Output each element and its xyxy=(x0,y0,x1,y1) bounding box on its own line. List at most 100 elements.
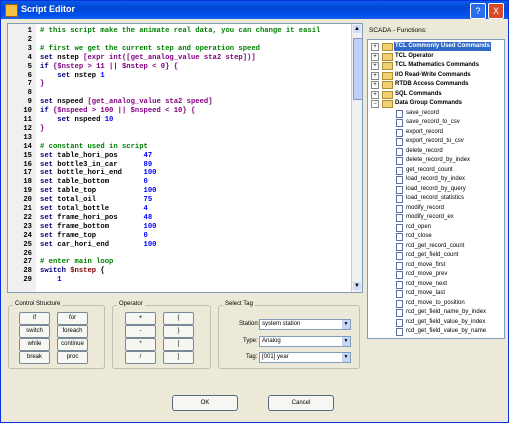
collapse-icon[interactable]: − xyxy=(371,100,379,108)
tree-function-item[interactable]: rcd_move_first xyxy=(368,261,502,270)
line-number: 27 xyxy=(23,258,32,267)
expand-icon[interactable]: + xyxy=(371,71,379,80)
tree-function-item[interactable]: rcd_get_field_value_by_index xyxy=(368,318,502,327)
scroll-up-arrow[interactable]: ▲ xyxy=(353,25,361,33)
tree-function-item[interactable]: save_record_to_csv xyxy=(368,118,502,127)
tree-item-label: TCL Commonly Used Commands xyxy=(394,42,491,51)
tree-function-item[interactable]: delete_record_by_index xyxy=(368,156,502,165)
code-token: set xyxy=(40,213,53,222)
operator-button[interactable]: - xyxy=(125,325,156,338)
control-structure-button[interactable]: switch xyxy=(19,325,50,338)
help-button[interactable]: ? xyxy=(470,3,486,19)
tree-item-label: Data Group Commands xyxy=(395,100,463,106)
code-token: 75 xyxy=(143,196,153,205)
code-token: set xyxy=(40,187,53,196)
tree-function-item[interactable]: rcd_move_prev xyxy=(368,270,502,279)
tree-function-item[interactable]: modify_record xyxy=(368,204,502,213)
code-line: 17 set bottle_hori_end 100 xyxy=(8,169,348,178)
expand-icon[interactable]: + xyxy=(371,81,379,89)
tree-function-item[interactable]: delete_record xyxy=(368,147,502,156)
tree-item-label: load_record_by_index xyxy=(406,176,466,182)
code-editor[interactable]: 1 # this script make the animate real dat… xyxy=(7,23,363,293)
tree-function-item[interactable]: save_record xyxy=(368,109,502,118)
tree-function-item[interactable]: rcd_close xyxy=(368,232,502,241)
tree-function-item[interactable]: rcd_get_field_name_by_index xyxy=(368,308,502,317)
code-token: 1 xyxy=(100,71,105,80)
tag-select[interactable]: [001] year ▼ xyxy=(259,352,351,363)
document-icon xyxy=(396,223,403,232)
tree-function-item[interactable]: export_record_to_csv xyxy=(368,137,502,146)
tree-category[interactable]: + TCL Mathematics Commands xyxy=(368,61,502,70)
line-number: 18 xyxy=(23,178,32,187)
control-structure-button[interactable]: for xyxy=(57,312,88,325)
tree-category[interactable]: + TCL Commonly Used Commands xyxy=(368,42,502,51)
tree-function-item[interactable]: rcd_open xyxy=(368,223,502,232)
tree-function-item[interactable]: rcd_move_next xyxy=(368,280,502,289)
tree-function-item[interactable]: load_record_by_query xyxy=(368,185,502,194)
tree-category[interactable]: + TCL Operator xyxy=(368,52,502,61)
operator-button[interactable]: / xyxy=(125,351,156,364)
tree-function-item[interactable]: get_record_count xyxy=(368,166,502,175)
expand-icon[interactable]: + xyxy=(371,62,379,70)
expand-icon[interactable]: + xyxy=(371,52,379,61)
code-token: set xyxy=(40,231,53,240)
tree-function-item[interactable]: rcd_get_field_count xyxy=(368,251,502,260)
code-token: $nstep xyxy=(65,267,97,276)
ok-button[interactable]: OK xyxy=(172,395,238,411)
control-structure-button[interactable]: proc xyxy=(57,351,88,364)
line-number: 22 xyxy=(23,213,32,222)
tree-function-item[interactable]: rcd_get_field_value_by_name xyxy=(368,327,502,336)
tree-function-item[interactable]: export_record xyxy=(368,128,502,137)
scroll-down-arrow[interactable]: ▼ xyxy=(353,282,361,290)
tree-function-item[interactable]: rcd_get_record_count xyxy=(368,242,502,251)
chevron-down-icon: ▼ xyxy=(342,320,350,329)
code-text: set nspeed 10 xyxy=(40,116,113,125)
station-select[interactable]: system station ▼ xyxy=(259,319,351,330)
code-token: set xyxy=(40,98,53,107)
control-structure-button[interactable]: while xyxy=(19,338,50,351)
cancel-button[interactable]: Cancel xyxy=(268,395,334,411)
editor-vertical-scrollbar[interactable]: ▲ ▼ xyxy=(351,24,363,292)
close-button[interactable]: X xyxy=(488,3,504,19)
document-icon xyxy=(396,109,403,118)
tree-category[interactable]: − Data Group Commands xyxy=(368,99,502,108)
code-token: 100 xyxy=(143,169,157,178)
control-structure-button[interactable]: if xyxy=(19,312,50,325)
code-line: 24 set frame_top 0 xyxy=(8,232,348,241)
expand-icon[interactable]: + xyxy=(371,337,379,338)
code-token: set xyxy=(40,222,53,231)
code-token: set xyxy=(40,178,53,187)
tree-category[interactable]: + SQL Commands xyxy=(368,90,502,99)
document-icon xyxy=(396,261,403,270)
operator-button[interactable]: } xyxy=(163,325,194,338)
tree-category[interactable]: + Other Commands xyxy=(368,337,502,338)
control-structure-button[interactable]: break xyxy=(19,351,50,364)
tree-function-item[interactable]: load_record_statistics xyxy=(368,194,502,203)
tree-function-item[interactable]: load_record_by_index xyxy=(368,175,502,184)
operator-button[interactable]: ] xyxy=(163,351,194,364)
document-icon xyxy=(396,128,403,137)
code-token: 89 xyxy=(143,160,153,169)
control-structure-button[interactable]: foreach xyxy=(57,325,88,338)
tree-function-item[interactable]: rcd_move_last xyxy=(368,289,502,298)
functions-tree[interactable]: + TCL Commonly Used Commands + TCL Operator… xyxy=(367,39,505,339)
folder-icon xyxy=(382,43,393,51)
operator-button[interactable]: * xyxy=(125,338,156,351)
tree-function-item[interactable]: modify_record_ex xyxy=(368,213,502,222)
code-token: total_bottle xyxy=(52,205,144,213)
code-token: 0 xyxy=(143,231,148,240)
expand-icon[interactable]: + xyxy=(371,43,379,51)
scroll-thumb[interactable] xyxy=(353,38,363,100)
code-token: 47 xyxy=(143,151,153,160)
tree-category[interactable]: + I/O Read-Write Commands xyxy=(368,71,502,80)
expand-icon[interactable]: + xyxy=(371,90,379,99)
tree-function-item[interactable]: rcd_move_to_position xyxy=(368,299,502,308)
document-icon xyxy=(396,290,403,298)
type-select[interactable]: Analog ▼ xyxy=(259,336,351,347)
operator-button[interactable]: + xyxy=(125,312,156,325)
operator-button[interactable]: [ xyxy=(163,338,194,351)
tree-category[interactable]: + RTDB Access Commands xyxy=(368,80,502,89)
code-token: 1 xyxy=(40,276,62,285)
operator-button[interactable]: { xyxy=(163,312,194,325)
control-structure-button[interactable]: continue xyxy=(57,338,88,351)
